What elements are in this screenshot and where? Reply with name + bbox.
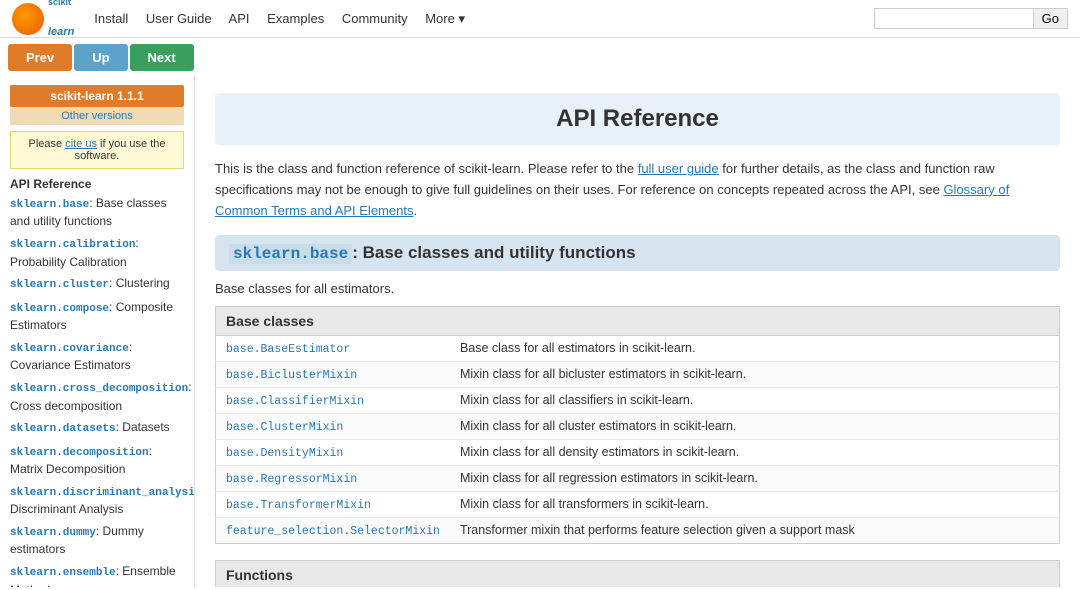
main-content: API Reference This is the class and func… [195, 77, 1080, 587]
functions-section: Functions base.clone(estimator, *[, safe… [215, 560, 1060, 587]
search-input[interactable] [874, 8, 1034, 29]
class-link[interactable]: feature_selection.SelectorMixin [226, 525, 440, 538]
class-desc: Mixin class for all bicluster estimators… [450, 362, 1060, 388]
glossary-link[interactable]: Glossary of Common Terms and API Element… [215, 182, 1009, 218]
logo-text: scikit learn [48, 0, 74, 39]
sidebar-item-mono[interactable]: sklearn.calibration [10, 239, 135, 251]
sidebar-item[interactable]: sklearn.dummy: Dummy estimators [10, 523, 184, 558]
next-button[interactable]: Next [130, 44, 194, 71]
base-classes-header: Base classes [215, 306, 1060, 335]
base-classes-table: base.BaseEstimator Base class for all est… [215, 335, 1060, 544]
table-row: base.ClusterMixin Mixin class for all clu… [216, 414, 1060, 440]
sidebar: scikit-learn 1.1.1 Other versions Please… [0, 77, 195, 587]
class-desc: Mixin class for all transformers in scik… [450, 492, 1060, 518]
sidebar-cite-box: Please cite us if you use the software. [10, 131, 184, 169]
sidebar-version: scikit-learn 1.1.1 [10, 85, 184, 107]
intro-text: This is the class and function reference… [215, 159, 1060, 221]
sidebar-item-mono[interactable]: sklearn.compose [10, 303, 109, 315]
prev-up-next-bar: Prev Up Next [0, 38, 1080, 77]
base-classes-section: Base classes base.BaseEstimator Base clas… [215, 306, 1060, 544]
functions-header: Functions [215, 560, 1060, 587]
table-row: feature_selection.SelectorMixin Transform… [216, 518, 1060, 544]
sidebar-item[interactable]: sklearn.discriminant_analysis: Discrimin… [10, 483, 184, 518]
table-row: base.BaseEstimator Base class for all est… [216, 336, 1060, 362]
search-area: Go [874, 8, 1068, 29]
full-user-guide-link[interactable]: full user guide [638, 161, 719, 176]
class-desc: Transformer mixin that performs feature … [450, 518, 1060, 544]
sidebar-item[interactable]: sklearn.ensemble: Ensemble Methods [10, 563, 184, 587]
base-classes-desc: Base classes for all estimators. [215, 281, 1060, 296]
nav-community[interactable]: Community [342, 11, 408, 26]
logo-area[interactable]: scikit learn [12, 0, 74, 39]
section-rest: : Base classes and utility functions [352, 243, 635, 262]
sidebar-item-mono[interactable]: sklearn.decomposition [10, 447, 149, 459]
class-desc: Mixin class for all cluster estimators i… [450, 414, 1060, 440]
class-link[interactable]: base.BaseEstimator [226, 343, 350, 356]
nav-examples[interactable]: Examples [267, 11, 324, 26]
section-mono: sklearn.base [229, 244, 352, 264]
sidebar-item-mono[interactable]: sklearn.discriminant_analysis [10, 487, 195, 499]
sidebar-item-mono[interactable]: sklearn.dummy [10, 527, 96, 539]
class-link[interactable]: base.TransformerMixin [226, 499, 371, 512]
sidebar-item[interactable]: sklearn.cluster: Clustering [10, 275, 184, 293]
logo-learn: learn [48, 26, 74, 38]
class-desc: Mixin class for all regression estimator… [450, 466, 1060, 492]
sidebar-other-versions[interactable]: Other versions [10, 107, 184, 125]
sidebar-item[interactable]: sklearn.covariance: Covariance Estimator… [10, 339, 184, 374]
sidebar-item-mono[interactable]: sklearn.cluster [10, 279, 109, 291]
class-desc: Mixin class for all density estimators i… [450, 440, 1060, 466]
search-go-button[interactable]: Go [1034, 8, 1068, 29]
sidebar-item[interactable]: sklearn.decomposition: Matrix Decomposit… [10, 443, 184, 478]
sidebar-item-mono[interactable]: sklearn.base [10, 199, 89, 211]
sidebar-item-mono[interactable]: sklearn.datasets [10, 423, 116, 435]
logo-scikit: scikit [48, 0, 74, 8]
table-row: base.RegressorMixin Mixin class for all r… [216, 466, 1060, 492]
sidebar-item[interactable]: sklearn.cross_decomposition: Cross decom… [10, 379, 184, 414]
prev-button[interactable]: Prev [8, 44, 72, 71]
table-row: base.TransformerMixin Mixin class for all… [216, 492, 1060, 518]
logo-icon [12, 3, 44, 35]
table-row: base.DensityMixin Mixin class for all den… [216, 440, 1060, 466]
up-button[interactable]: Up [74, 44, 127, 71]
sidebar-item[interactable]: sklearn.datasets: Datasets [10, 419, 184, 437]
sidebar-item-desc: : Clustering [109, 276, 170, 290]
table-row: base.ClassifierMixin Mixin class for all … [216, 388, 1060, 414]
class-desc: Base class for all estimators in scikit-… [450, 336, 1060, 362]
top-navbar: scikit learn Install User Guide API Examp… [0, 0, 1080, 38]
main-layout: scikit-learn 1.1.1 Other versions Please… [0, 77, 1080, 587]
page-title: API Reference [215, 93, 1060, 145]
sidebar-item[interactable]: sklearn.base: Base classes and utility f… [10, 195, 184, 230]
nav-user-guide[interactable]: User Guide [146, 11, 212, 26]
class-desc: Mixin class for all classifiers in sciki… [450, 388, 1060, 414]
sidebar-item-mono[interactable]: sklearn.covariance [10, 343, 129, 355]
class-link[interactable]: base.RegressorMixin [226, 473, 357, 486]
sidebar-item[interactable]: sklearn.calibration: Probability Calibra… [10, 235, 184, 270]
nav-more-button[interactable]: More ▾ [425, 11, 465, 27]
cite-link[interactable]: cite us [65, 138, 97, 150]
class-link[interactable]: base.BiclusterMixin [226, 369, 357, 382]
table-row: base.BiclusterMixin Mixin class for all b… [216, 362, 1060, 388]
sidebar-current-label: API Reference [10, 177, 184, 191]
sidebar-item-mono[interactable]: sklearn.cross_decomposition [10, 383, 188, 395]
sidebar-item-desc: : Datasets [116, 420, 170, 434]
class-link[interactable]: base.ClusterMixin [226, 421, 343, 434]
sidebar-entries: sklearn.base: Base classes and utility f… [10, 195, 184, 587]
class-link[interactable]: base.DensityMixin [226, 447, 343, 460]
section-header: sklearn.base: Base classes and utility f… [215, 235, 1060, 271]
sidebar-item-mono[interactable]: sklearn.ensemble [10, 567, 116, 579]
class-link[interactable]: base.ClassifierMixin [226, 395, 364, 408]
nav-api[interactable]: API [229, 11, 250, 26]
nav-install[interactable]: Install [94, 11, 128, 26]
sidebar-item[interactable]: sklearn.compose: Composite Estimators [10, 299, 184, 334]
main-nav: Install User Guide API Examples Communit… [94, 11, 479, 27]
